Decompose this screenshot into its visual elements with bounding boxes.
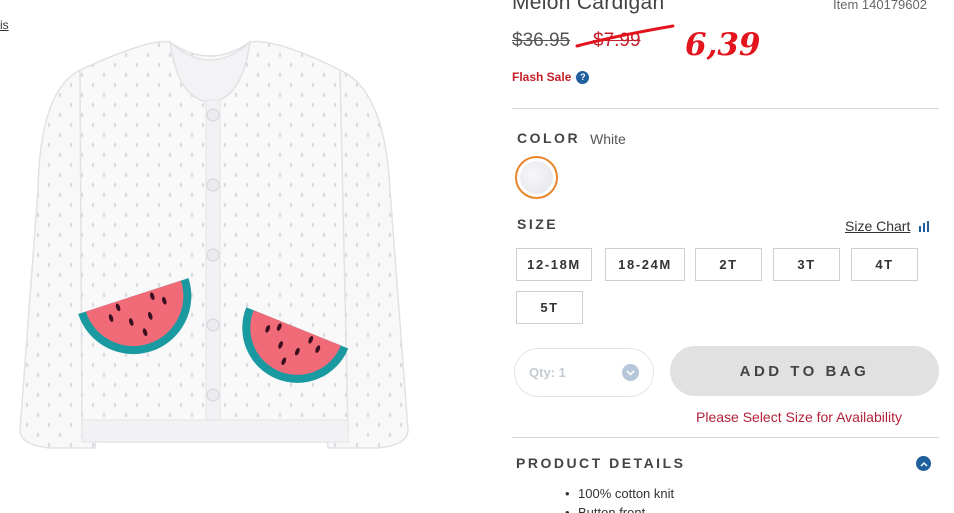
original-price: $36.95 [512, 30, 571, 51]
item-number: Item 140179602 [833, 0, 927, 12]
color-value: White [590, 131, 626, 147]
chevron-down-icon [622, 364, 639, 381]
size-option-4t[interactable]: 4T [851, 248, 918, 281]
quantity-value: Qty: 1 [529, 365, 566, 380]
size-chart-text: Size Chart [845, 218, 911, 234]
size-label: SIZE [517, 216, 559, 232]
flash-sale-label: Flash Sale ? [512, 70, 590, 84]
cardigan-image [19, 40, 409, 449]
handwritten-strike-mark [575, 24, 675, 48]
size-chart-link[interactable]: Size Chart [845, 218, 930, 234]
product-details-heading[interactable]: PRODUCT DETAILS [516, 455, 685, 471]
help-icon[interactable]: ? [576, 70, 590, 84]
swatch-fill [520, 161, 553, 194]
size-warning: Please Select Size for Availability [696, 409, 902, 425]
size-option-5t[interactable]: 5T [516, 291, 583, 324]
divider [512, 108, 939, 109]
size-option-3t[interactable]: 3T [773, 248, 840, 281]
handwritten-price: 6,39 [685, 27, 761, 63]
product-title: Melon Cardigan [512, 0, 665, 14]
divider [512, 437, 939, 438]
size-option-2t[interactable]: 2T [695, 248, 762, 281]
list-item: 100% cotton knit [565, 484, 674, 503]
color-label: COLOR [517, 130, 581, 146]
size-option-18-24m[interactable]: 18-24M [605, 248, 685, 281]
size-option-12-18m[interactable]: 12-18M [516, 248, 592, 281]
bar-chart-icon [919, 220, 930, 232]
color-swatch-white[interactable] [515, 156, 558, 199]
list-item: Button front [565, 503, 674, 513]
flash-sale-text: Flash Sale [512, 70, 572, 84]
chevron-up-icon[interactable] [916, 456, 931, 471]
product-details-list: 100% cotton knit Button front [565, 484, 674, 513]
add-to-bag-button[interactable]: ADD TO BAG [670, 346, 939, 396]
quantity-select[interactable]: Qty: 1 [514, 348, 654, 397]
breadcrumb-link[interactable]: is [0, 18, 9, 32]
